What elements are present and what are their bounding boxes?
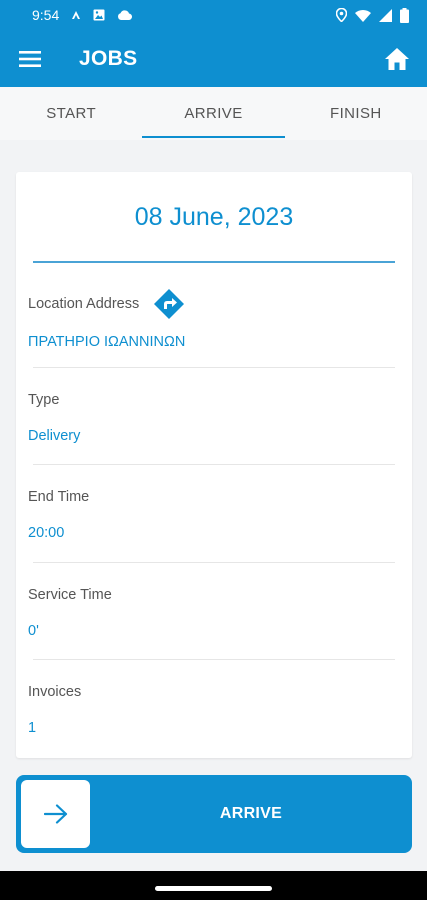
- job-date: 08 June, 2023: [134, 203, 294, 231]
- divider: [33, 367, 395, 368]
- tab-start[interactable]: START: [0, 87, 142, 140]
- notification-a-icon: [72, 11, 81, 19]
- field-value: 0': [28, 623, 39, 639]
- status-time: 9:54: [32, 7, 60, 23]
- photo-icon: [93, 9, 105, 21]
- gesture-handle[interactable]: [155, 886, 272, 891]
- status-bar: 9:54: [0, 0, 427, 30]
- system-nav-bar: [0, 871, 427, 900]
- tab-bar: START ARRIVE FINISH: [0, 87, 427, 140]
- field-value: ΠΡΑΤΗΡΙΟ ΙΩΑΝΝΙΝΩΝ: [28, 334, 186, 350]
- home-icon: [385, 47, 409, 70]
- field-label: Type: [28, 392, 60, 408]
- field-label: End Time: [28, 489, 90, 505]
- arrive-slider-handle[interactable]: [21, 780, 90, 848]
- field-value: 20:00: [28, 525, 65, 541]
- tab-finish[interactable]: FINISH: [285, 87, 427, 140]
- field-value: Delivery: [28, 428, 81, 444]
- arrive-button-label: ARRIVE: [219, 805, 283, 822]
- date-divider: [33, 261, 395, 263]
- field-invoices: Invoices 1: [28, 684, 396, 736]
- wifi-icon: [355, 9, 371, 22]
- arrive-button[interactable]: ARRIVE: [16, 775, 412, 853]
- home-button[interactable]: [367, 30, 427, 87]
- signal-icon: [379, 8, 392, 22]
- tab-arrive[interactable]: ARRIVE: [142, 87, 285, 140]
- menu-button[interactable]: [0, 30, 60, 87]
- directions-icon[interactable]: [153, 288, 185, 320]
- divider: [33, 464, 395, 465]
- app-bar: JOBS: [0, 30, 427, 87]
- field-location-address: Location Address ΠΡΑΤΗΡΙΟ ΙΩΑΝΝΙΝΩΝ: [28, 288, 396, 350]
- field-type: Type Delivery: [28, 392, 396, 444]
- divider: [33, 562, 395, 563]
- location-icon: [336, 8, 347, 22]
- field-end-time: End Time 20:00: [28, 489, 396, 541]
- menu-icon: [19, 50, 41, 67]
- page-title: JOBS: [79, 46, 138, 70]
- field-service-time: Service Time 0': [28, 587, 396, 639]
- field-label: Invoices: [28, 684, 82, 700]
- arrow-right-icon: [43, 804, 67, 824]
- job-details-card: 08 June, 2023 Location Address ΠΡΑΤΗΡΙΟ …: [16, 172, 412, 758]
- cloud-icon: [118, 10, 133, 20]
- divider: [33, 659, 395, 660]
- field-value: 1: [28, 720, 37, 736]
- battery-icon: [400, 7, 409, 23]
- field-label: Service Time: [28, 587, 112, 603]
- field-label: Location Address: [28, 296, 140, 312]
